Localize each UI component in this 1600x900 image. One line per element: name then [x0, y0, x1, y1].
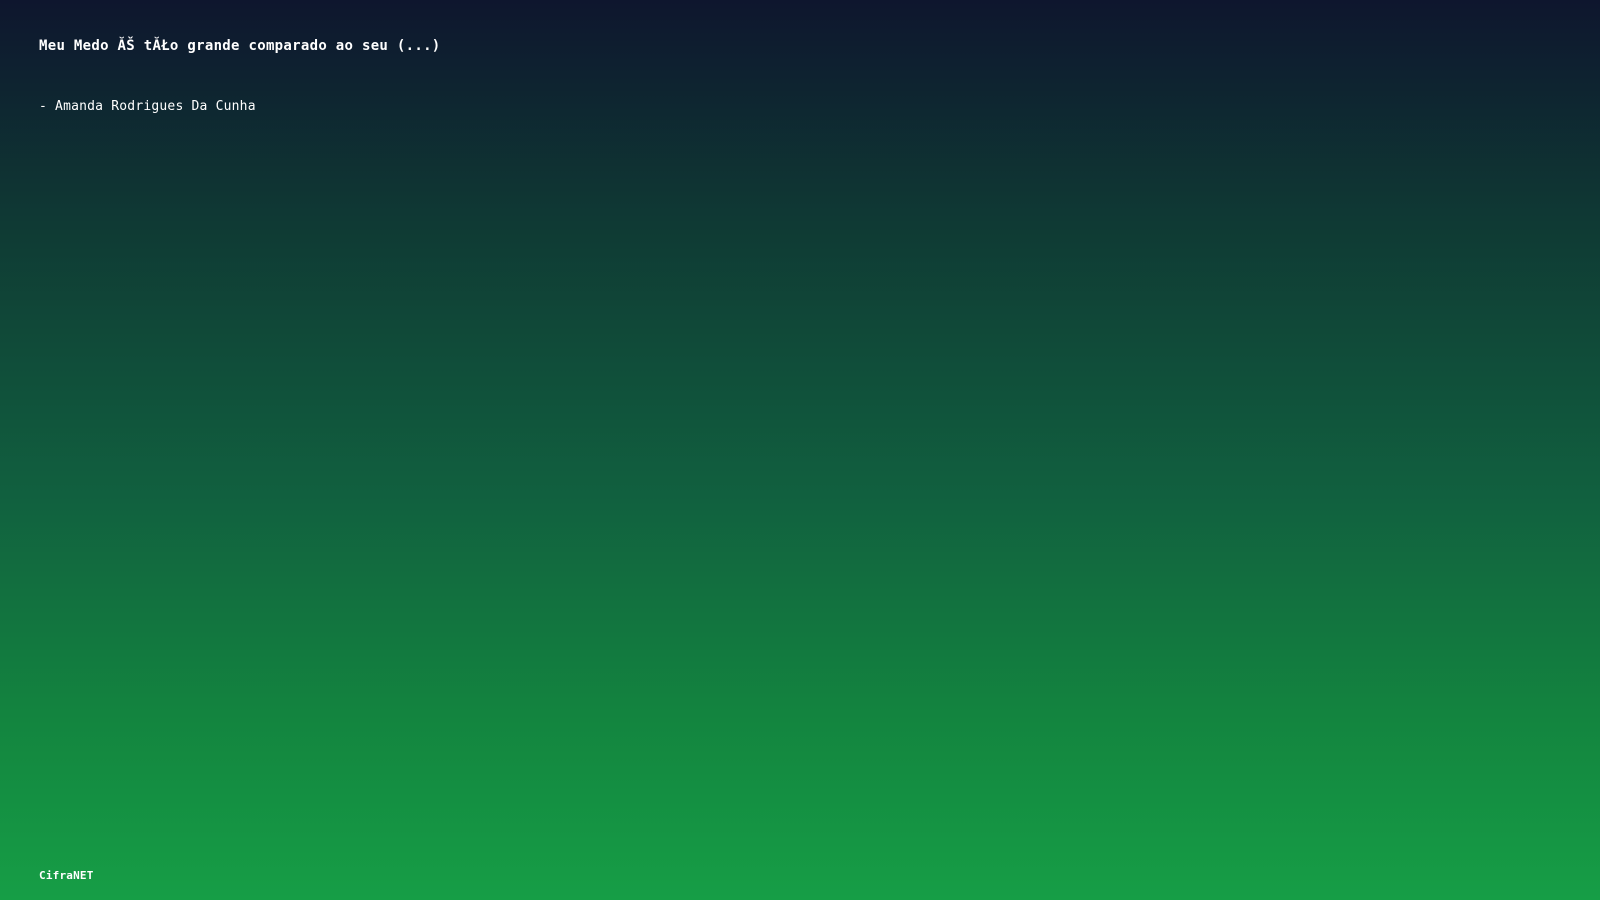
slide-background: { "quote": { "text": "Meu Medo ĂŠ tĂŁo g… [0, 0, 1600, 900]
quote-author: - Amanda Rodrigues Da Cunha [39, 99, 256, 114]
quote-text: Meu Medo ĂŠ tĂŁo grande comparado ao seu… [39, 38, 441, 54]
brand-name: CifraNET [39, 869, 94, 882]
